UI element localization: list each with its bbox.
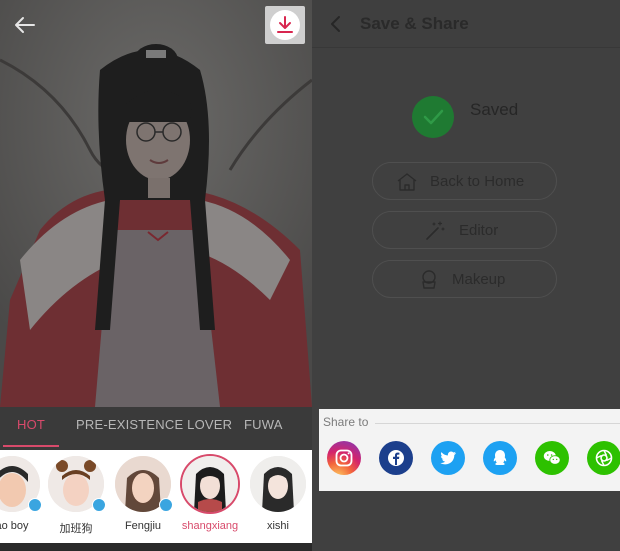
style-item-xishi[interactable]: xishi bbox=[246, 456, 310, 540]
moments-icon[interactable] bbox=[587, 441, 620, 475]
style-label: xishi bbox=[266, 520, 289, 532]
active-tab-indicator bbox=[3, 445, 59, 447]
button-label: Back to Home bbox=[430, 173, 525, 190]
makeup-icon bbox=[422, 270, 436, 289]
facebook-icon[interactable] bbox=[379, 441, 413, 475]
twitter-icon[interactable] bbox=[431, 441, 465, 475]
back-to-home-button[interactable]: Back to Home bbox=[372, 162, 557, 200]
tab-hot[interactable]: HOT bbox=[17, 417, 45, 432]
editor-button[interactable]: Editor bbox=[372, 211, 557, 249]
download-badge-icon bbox=[159, 498, 173, 512]
style-carousel: ao boy 加班狗 Fengjiu shangxiang bbox=[0, 450, 312, 543]
page-title: Save & Share bbox=[360, 14, 469, 33]
save-share-screen: Save & Share Saved Back to Home Editor M… bbox=[312, 0, 620, 551]
makeup-button[interactable]: Makeup bbox=[372, 260, 557, 298]
qq-icon[interactable] bbox=[483, 441, 517, 475]
style-thumbnail bbox=[182, 456, 238, 512]
style-thumbnail bbox=[250, 456, 306, 512]
app-root: HOT PRE-EXISTENCE LOVER FUWA ao boy 加班狗 bbox=[0, 0, 620, 551]
tab-fuwa[interactable]: FUWA bbox=[244, 417, 283, 432]
bottom-area bbox=[312, 491, 620, 551]
check-icon bbox=[412, 96, 454, 138]
style-item-jiaban-gou[interactable]: 加班狗 bbox=[44, 456, 108, 540]
header: Save & Share bbox=[312, 0, 620, 48]
divider bbox=[375, 423, 620, 424]
style-item-fengjiu[interactable]: Fengjiu bbox=[111, 456, 175, 540]
editor-screen: HOT PRE-EXISTENCE LOVER FUWA ao boy 加班狗 bbox=[0, 0, 312, 551]
share-label: Share to bbox=[323, 415, 369, 429]
download-badge-icon bbox=[28, 498, 42, 512]
portrait-illustration bbox=[0, 0, 312, 407]
back-arrow-icon[interactable] bbox=[12, 12, 38, 38]
tab-pre-existence-lover[interactable]: PRE-EXISTENCE LOVER bbox=[76, 417, 232, 432]
download-button[interactable] bbox=[265, 6, 305, 44]
magic-wand-icon bbox=[426, 221, 445, 240]
bottom-bar bbox=[0, 543, 312, 551]
wechat-icon[interactable] bbox=[535, 441, 569, 475]
home-icon bbox=[397, 173, 417, 191]
download-icon bbox=[270, 10, 300, 40]
category-tabs: HOT PRE-EXISTENCE LOVER FUWA bbox=[0, 407, 312, 450]
share-panel: Share to bbox=[319, 409, 620, 491]
download-badge-icon bbox=[92, 498, 106, 512]
instagram-icon[interactable] bbox=[327, 441, 361, 475]
chevron-left-icon[interactable] bbox=[326, 14, 346, 34]
edited-photo bbox=[0, 0, 312, 407]
style-item-shangxiang[interactable]: shangxiang bbox=[178, 456, 242, 540]
button-label: Makeup bbox=[452, 271, 506, 288]
saved-status: Saved bbox=[470, 100, 519, 119]
button-label: Editor bbox=[459, 222, 499, 239]
